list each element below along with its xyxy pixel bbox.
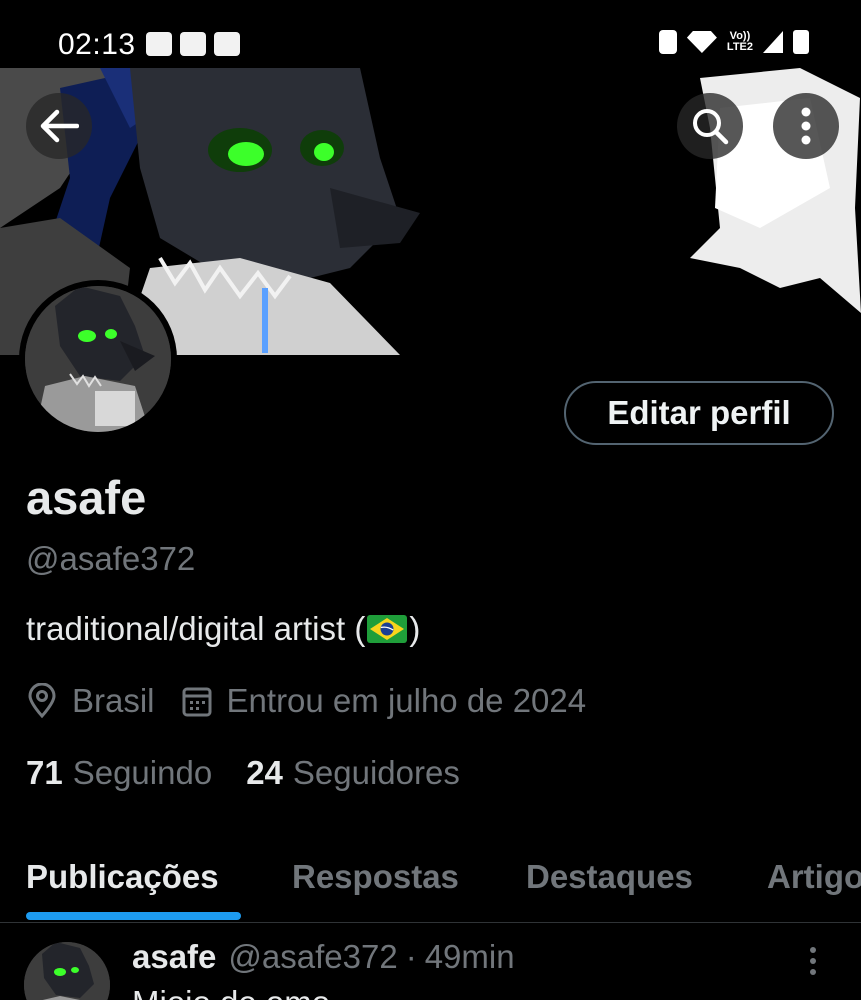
status-right-icons: Vo)) LTE2 bbox=[658, 30, 809, 54]
status-bar: 02:13 Vo)) LTE2 bbox=[0, 0, 861, 68]
post-text: Mioio de omo bbox=[132, 984, 330, 1000]
tab-destaques[interactable]: Destaques bbox=[526, 858, 693, 896]
search-button[interactable] bbox=[677, 93, 743, 159]
follow-counts: 71 Seguindo 24 Seguidores bbox=[26, 754, 494, 792]
battery-icon bbox=[793, 30, 809, 54]
location-item: Brasil bbox=[26, 682, 155, 720]
tab-publicacoes[interactable]: Publicações bbox=[26, 858, 219, 896]
post-item[interactable]: asafe @asafe372 · 49min Mioio de omo bbox=[0, 922, 861, 1000]
followers-label: Seguidores bbox=[292, 754, 460, 791]
avatar-image bbox=[25, 286, 171, 432]
location-pin-icon bbox=[28, 683, 56, 719]
more-options-button[interactable] bbox=[773, 93, 839, 159]
signal-icon bbox=[763, 31, 783, 53]
tab-respostas[interactable]: Respostas bbox=[292, 858, 459, 896]
back-button[interactable] bbox=[26, 93, 92, 159]
wifi-icon bbox=[686, 31, 717, 53]
recycle-icon bbox=[658, 30, 677, 54]
volte-icon: Vo)) LTE2 bbox=[726, 30, 753, 53]
followers-count: 24 bbox=[246, 754, 283, 791]
post-author-handle: @asafe372 bbox=[228, 938, 398, 975]
profile-bio: traditional/digital artist ( ) bbox=[26, 610, 420, 648]
post-avatar[interactable] bbox=[24, 942, 110, 1000]
search-icon bbox=[693, 109, 729, 145]
cinema-icon bbox=[180, 32, 206, 56]
followers-link[interactable]: 24 Seguidores bbox=[246, 754, 460, 792]
post-author-name[interactable]: asafe bbox=[132, 938, 216, 976]
display-name: asafe bbox=[26, 471, 147, 524]
joined-item: Entrou em julho de 2024 bbox=[181, 682, 587, 720]
bio-text-end: ) bbox=[409, 610, 421, 647]
following-link[interactable]: 71 Seguindo bbox=[26, 754, 212, 792]
following-label: Seguindo bbox=[72, 754, 213, 791]
location-text: Brasil bbox=[72, 682, 155, 719]
bio-text: traditional/digital artist ( bbox=[26, 610, 366, 647]
status-time: 02:13 bbox=[58, 28, 136, 61]
more-vertical-icon bbox=[801, 107, 811, 145]
status-left-icons bbox=[146, 32, 240, 56]
post-header: asafe @asafe372 · 49min bbox=[132, 938, 515, 976]
post-more-icon[interactable] bbox=[808, 946, 818, 976]
user-handle: @asafe372 bbox=[26, 540, 196, 577]
joined-text: Entrou em julho de 2024 bbox=[226, 682, 587, 719]
voicemail-icon bbox=[214, 32, 240, 56]
profile-meta: Brasil Entrou em julho de 2024 bbox=[26, 682, 612, 720]
active-tab-indicator bbox=[26, 912, 241, 920]
arrow-left-icon bbox=[40, 109, 79, 143]
following-count: 71 bbox=[26, 754, 63, 791]
game-controller-icon bbox=[146, 32, 172, 56]
tab-artigos[interactable]: Artigos bbox=[767, 858, 861, 896]
calendar-icon bbox=[182, 687, 212, 717]
edit-profile-button[interactable]: Editar perfil bbox=[564, 381, 834, 445]
post-time: 49min bbox=[424, 938, 515, 975]
post-separator: · bbox=[405, 938, 417, 975]
brazil-flag-icon bbox=[367, 615, 408, 643]
profile-avatar[interactable] bbox=[19, 280, 177, 438]
